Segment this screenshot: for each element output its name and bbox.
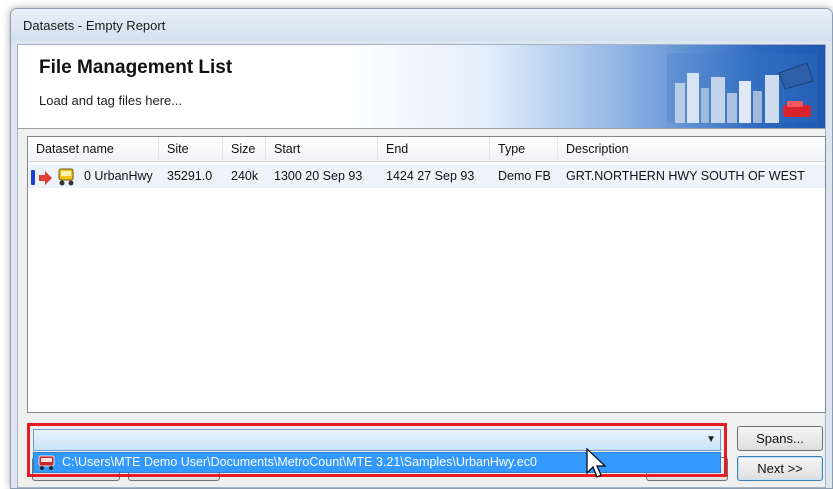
spans-button[interactable]: Spans...: [737, 426, 823, 451]
column-description[interactable]: Description: [558, 137, 825, 162]
client-area: File Management List Load and tag files …: [17, 44, 826, 488]
column-site[interactable]: Site: [159, 137, 223, 162]
cell-dataset-name: 0 UrbanHwy: [84, 169, 153, 183]
cell-description: GRT.NORTHERN HWY SOUTH OF WEST: [566, 169, 805, 183]
cell-type: Demo FB: [498, 169, 551, 183]
list-header: Dataset name Site Size Start End Type De…: [28, 137, 825, 162]
page-subtitle: Load and tag files here...: [39, 93, 183, 108]
page-title: File Management List: [39, 57, 233, 78]
cell-start: 1300 20 Sep 93: [274, 169, 363, 183]
tag-marker-icon: [31, 170, 35, 185]
dropdown-item-path: C:\Users\MTE Demo User\Documents\MetroCo…: [62, 455, 537, 469]
highlight-box: ▼ C:\Users\MTE Demo User\Documents\Metro…: [27, 423, 727, 477]
arrow-right-icon: [39, 171, 52, 185]
next-button[interactable]: Next >>: [737, 456, 823, 481]
cell-end: 1424 27 Sep 93: [386, 169, 475, 183]
dataset-list[interactable]: Dataset name Site Size Start End Type De…: [27, 136, 826, 413]
title-bar[interactable]: Datasets - Empty Report: [11, 9, 832, 41]
column-type[interactable]: Type: [490, 137, 558, 162]
column-start[interactable]: Start: [266, 137, 378, 162]
table-row[interactable]: 0 UrbanHwy 35291.0 240k 1300 20 Sep 93 1…: [28, 165, 825, 188]
dropdown-list-item[interactable]: C:\Users\MTE Demo User\Documents\MetroCo…: [33, 452, 721, 473]
datasets-window: Datasets - Empty Report File Management …: [10, 8, 833, 489]
chevron-down-icon[interactable]: ▼: [706, 434, 716, 445]
column-size[interactable]: Size: [223, 137, 266, 162]
header-banner: File Management List Load and tag files …: [18, 45, 825, 129]
cell-site: 35291.0: [167, 169, 213, 183]
city-skyline-icon: [667, 53, 817, 123]
file-path-combobox[interactable]: ▼: [33, 429, 721, 451]
traffic-counter-icon: [58, 168, 74, 186]
window-title: Datasets - Empty Report: [23, 18, 166, 33]
cell-size: 240k: [231, 169, 259, 183]
column-dataset-name[interactable]: Dataset name: [28, 137, 159, 162]
column-end[interactable]: End: [378, 137, 490, 162]
file-icon: [38, 455, 55, 470]
mouse-cursor-icon: [586, 448, 607, 478]
